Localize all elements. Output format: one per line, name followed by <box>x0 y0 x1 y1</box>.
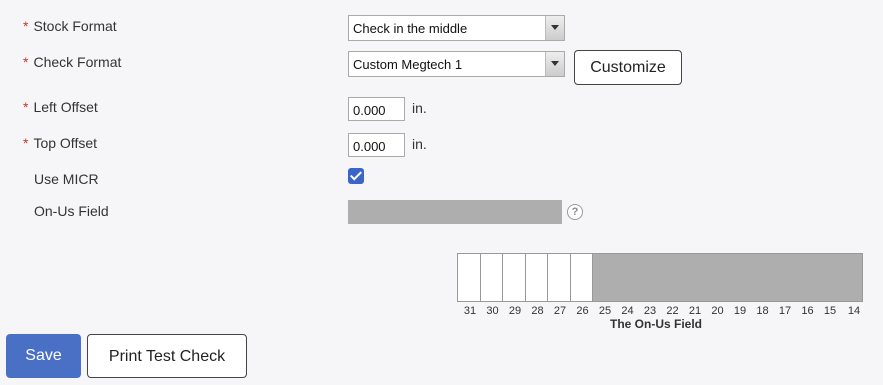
diagram-cell <box>571 254 593 301</box>
chevron-down-icon[interactable] <box>545 52 564 76</box>
left-offset-label-text: Left Offset <box>33 99 98 115</box>
top-offset-unit: in. <box>412 136 427 152</box>
print-test-check-button[interactable]: Print Test Check <box>87 334 247 378</box>
position-number: 27 <box>553 305 567 317</box>
check-format-label: * Check Format <box>23 54 121 70</box>
stock-format-label-text: Stock Format <box>33 18 117 34</box>
diagram-caption: The On-Us Field <box>610 317 703 331</box>
required-mark: * <box>23 135 29 151</box>
position-number: 19 <box>733 305 747 317</box>
position-number: 21 <box>688 305 702 317</box>
position-number: 28 <box>531 305 544 317</box>
save-button[interactable]: Save <box>6 334 81 378</box>
use-micr-label: Use MICR <box>34 171 99 187</box>
position-number: 20 <box>711 305 724 317</box>
position-number: 31 <box>463 305 477 317</box>
diagram-cell <box>481 254 503 301</box>
check-format-select[interactable]: Custom Megtech 1 <box>348 51 565 77</box>
top-offset-label: * Top Offset <box>23 135 97 151</box>
position-number: 24 <box>621 305 634 317</box>
stock-format-label: * Stock Format <box>23 18 117 34</box>
diagram-cell <box>526 254 548 301</box>
diagram-cell <box>503 254 526 301</box>
position-number: 14 <box>847 305 861 317</box>
position-number: 16 <box>801 305 814 317</box>
left-offset-input[interactable]: 0.000 <box>348 97 405 121</box>
on-us-field-input[interactable] <box>348 200 562 224</box>
position-number: 23 <box>643 305 657 317</box>
position-number: 26 <box>576 305 589 317</box>
use-micr-checkbox[interactable] <box>348 168 364 184</box>
check-format-value: Custom Megtech 1 <box>353 57 463 72</box>
position-number: 15 <box>823 305 837 317</box>
required-mark: * <box>23 99 29 115</box>
position-number: 18 <box>756 305 769 317</box>
diagram-filled-range <box>593 254 862 301</box>
position-number: 25 <box>598 305 612 317</box>
required-mark: * <box>23 54 29 70</box>
on-us-diagram <box>457 253 863 302</box>
position-number: 29 <box>508 305 522 317</box>
diagram-cell <box>548 254 571 301</box>
top-offset-input[interactable]: 0.000 <box>348 133 405 157</box>
stock-format-select[interactable]: Check in the middle <box>348 15 565 41</box>
on-us-field-label: On-Us Field <box>34 203 109 219</box>
top-offset-label-text: Top Offset <box>33 135 98 151</box>
customize-button[interactable]: Customize <box>574 50 682 85</box>
help-icon[interactable]: ? <box>567 204 583 220</box>
position-number: 30 <box>486 305 499 317</box>
required-mark: * <box>23 18 29 34</box>
position-number: 22 <box>666 305 679 317</box>
left-offset-unit: in. <box>412 100 427 116</box>
left-offset-label: * Left Offset <box>23 99 98 115</box>
diagram-cell <box>458 254 481 301</box>
check-format-label-text: Check Format <box>33 54 122 70</box>
position-number: 17 <box>778 305 792 317</box>
stock-format-value: Check in the middle <box>353 21 468 36</box>
chevron-down-icon[interactable] <box>545 16 564 40</box>
